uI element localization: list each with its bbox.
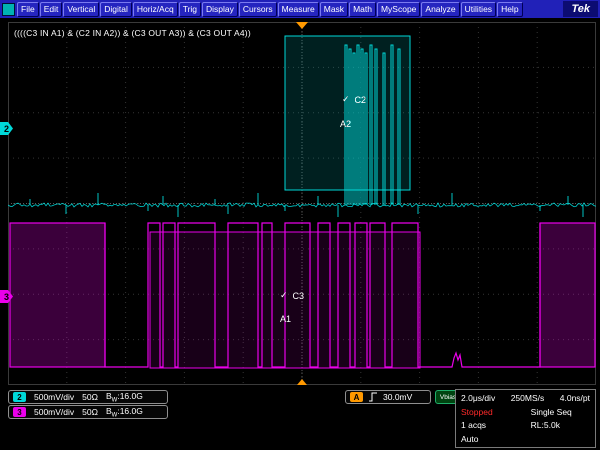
math-expression-label: ((((C3 IN A1) & (C2 IN A2)) & (C3 OUT A3… [14, 28, 251, 38]
check-icon: ✓ [342, 94, 350, 105]
ch2-readout[interactable]: 2 500mV/div 50Ω BW:16.0G [8, 390, 168, 404]
a2-label-text: A2 [340, 119, 351, 129]
menu-item-cursors[interactable]: Cursors [239, 2, 277, 17]
a1-label-text: A1 [280, 314, 291, 324]
trigger-a-badge: A [350, 392, 363, 402]
ch3-termination: 50Ω [82, 407, 98, 417]
oscilloscope-screen: File Edit Vertical Digital Horiz/Acq Tri… [0, 0, 600, 450]
waveform-canvas[interactable] [8, 22, 596, 385]
menu-item-measure[interactable]: Measure [278, 2, 319, 17]
c2-source-label: C2 [355, 95, 367, 105]
menu-item-myscope[interactable]: MyScope [377, 2, 420, 17]
ch2-badge: 2 [13, 392, 26, 402]
menu-item-edit[interactable]: Edit [40, 2, 63, 17]
c3-source-label: C3 [293, 291, 305, 301]
menu-item-analyze[interactable]: Analyze [421, 2, 459, 17]
a2-area-label: A2 [340, 119, 351, 129]
ch2-bandwidth: BW:16.0G [106, 391, 143, 404]
menu-item-horiz-acq[interactable]: Horiz/Acq [133, 2, 178, 17]
trigger-level: 30.0mV [383, 392, 412, 402]
acquisition-panel[interactable]: 2.0μs/div 250MS/s 4.0ns/pt Stopped Singl… [455, 389, 596, 448]
menu-item-vertical[interactable]: Vertical [63, 2, 99, 17]
tek-logo: Tek [563, 1, 598, 17]
acquisition-status: Stopped [461, 407, 531, 417]
trigger-mode: Auto [461, 434, 479, 444]
menu-bar: File Edit Vertical Digital Horiz/Acq Tri… [0, 0, 600, 18]
sample-rate-readout: 250MS/s [511, 393, 545, 403]
menu-item-display[interactable]: Display [202, 2, 238, 17]
resolution-readout: 4.0ns/pt [560, 393, 590, 403]
trigger-position-bottom-icon [297, 379, 307, 385]
a1-area-label: A1 [280, 314, 291, 324]
c3-region-label: ✓ C3 [280, 290, 304, 301]
acquisition-count: 1 acqs [461, 420, 531, 430]
rising-edge-icon [368, 392, 378, 402]
trigger-readout[interactable]: A 30.0mV [345, 390, 431, 404]
menu-item-mask[interactable]: Mask [320, 2, 348, 17]
ch2-scale: 500mV/div [34, 392, 74, 402]
record-length: RL:5.0k [531, 420, 590, 430]
trigger-position-icon[interactable] [296, 22, 308, 29]
ch3-bandwidth: BW:16.0G [106, 406, 143, 419]
ch3-badge: 3 [13, 407, 26, 417]
app-icon [2, 3, 15, 16]
acquisition-mode: Single Seq [531, 407, 590, 417]
menu-item-utilities[interactable]: Utilities [461, 2, 496, 17]
waveform-display[interactable]: ((((C3 IN A1) & (C2 IN A2)) & (C3 OUT A3… [8, 22, 596, 385]
menu-item-trig[interactable]: Trig [179, 2, 201, 17]
menu-item-help[interactable]: Help [497, 2, 522, 17]
timebase-readout: 2.0μs/div [461, 393, 495, 403]
ch3-scale: 500mV/div [34, 407, 74, 417]
menu-item-math[interactable]: Math [349, 2, 376, 17]
menu-item-digital[interactable]: Digital [100, 2, 132, 17]
ch3-readout[interactable]: 3 500mV/div 50Ω BW:16.0G [8, 405, 168, 419]
check-icon: ✓ [280, 290, 288, 301]
menu-item-file[interactable]: File [17, 2, 39, 17]
ch2-termination: 50Ω [82, 392, 98, 402]
c2-region-label: ✓ C2 [342, 94, 366, 105]
